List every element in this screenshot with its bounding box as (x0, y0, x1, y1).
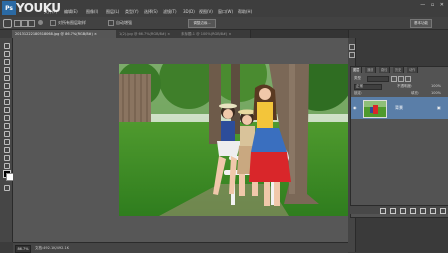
sample-all-checkbox[interactable] (50, 20, 56, 26)
hand-tool-icon[interactable] (2, 162, 10, 169)
dodge-tool-icon[interactable] (2, 138, 10, 145)
gradient-tool-icon[interactable] (2, 130, 10, 137)
tab-channels[interactable]: 通道 (365, 67, 377, 73)
add-mask-icon[interactable] (400, 208, 406, 214)
opacity-label: 不透明度: (397, 84, 413, 88)
sample-all-layers-option[interactable]: 对所有图层取样 (50, 20, 86, 26)
blend-mode-value: 正常 (356, 84, 363, 88)
tools-panel (0, 38, 14, 242)
visibility-eye-icon[interactable]: ◉ (353, 105, 359, 110)
link-layers-icon[interactable] (380, 208, 386, 214)
menu-type[interactable]: 类型(Y) (125, 9, 139, 15)
filter-pixel-icon[interactable] (391, 76, 397, 82)
menu-3d[interactable]: 3D(D) (183, 9, 195, 14)
history-brush-tool-icon[interactable] (2, 114, 10, 121)
document-info[interactable]: 文档:492.1K/492.1K (35, 246, 69, 251)
menu-bar: Ps 文件(F) 编辑(E) 图像(I) 图层(L) 类型(Y) 选择(S) 滤… (0, 0, 448, 18)
opacity-value[interactable]: 100% (431, 84, 441, 88)
tab-document-1[interactable]: 20131222180518068.jpg @ 86.7%(RGB/8#) × (12, 30, 117, 38)
document-photo[interactable] (119, 64, 349, 216)
eraser-tool-icon[interactable] (2, 122, 10, 129)
menu-image[interactable]: 图像(I) (86, 9, 98, 15)
quick-select-tool-icon[interactable] (2, 66, 10, 73)
fill-label: 填充: (411, 91, 420, 95)
menu-view[interactable]: 视图(V) (199, 9, 213, 15)
marquee-tool-icon[interactable] (2, 50, 10, 57)
adjustment-layer-icon[interactable] (410, 208, 416, 214)
layers-panel-footer (350, 205, 448, 214)
crop-tool-icon[interactable] (2, 74, 10, 81)
layer-style-icon[interactable] (390, 208, 396, 214)
type-tool-icon[interactable] (2, 154, 10, 161)
add-selection-icon[interactable] (21, 20, 28, 27)
photo-image (119, 64, 349, 216)
brush-size-icon[interactable] (38, 20, 43, 25)
quick-mask-icon[interactable] (2, 184, 10, 191)
tab-layers[interactable]: 图层 (351, 67, 363, 73)
new-layer-icon[interactable] (430, 208, 436, 214)
subtract-selection-icon[interactable] (28, 20, 35, 27)
tab-document-3[interactable]: 未标题-1 @ 100%(RGB/8#) × (178, 30, 251, 38)
video-watermark: YOUKU (16, 1, 61, 15)
move-tool-icon[interactable] (2, 42, 10, 49)
layer-name: 背景 (395, 105, 403, 110)
photoshop-logo-icon: Ps (2, 1, 16, 15)
tab-actions[interactable]: 动作 (407, 67, 419, 73)
tab-paths[interactable]: 路径 (379, 67, 391, 73)
history-panel-icon[interactable] (349, 44, 355, 50)
lasso-tool-icon[interactable] (2, 58, 10, 65)
pen-tool-icon[interactable] (2, 146, 10, 153)
auto-enhance-option[interactable]: 自动增强 (108, 20, 132, 26)
layer-row-background[interactable]: ◉ 背景 ▣ (351, 97, 448, 119)
new-selection-icon[interactable] (14, 20, 21, 27)
layers-panel: 图层 通道 路径 历史 动作 类型 正常 不透明度: 100% 锁定: 填充: … (350, 66, 448, 218)
document-tabs: 20131222180518068.jpg @ 86.7%(RGB/8#) × … (12, 30, 348, 38)
menu-window[interactable]: 窗口(W) (218, 9, 233, 15)
quick-selection-icon[interactable] (3, 19, 12, 28)
tab-document-2[interactable]: 1(2).jpg @ 66.7%(RGB/8#) × (116, 30, 179, 38)
status-bar: 86.7% 文档:492.1K/492.1K (13, 242, 348, 253)
layer-lock-icon: ▣ (437, 105, 441, 110)
window-controls[interactable]: — ▫ ✕ (420, 2, 446, 8)
menu-help[interactable]: 帮助(H) (238, 9, 252, 15)
kind-filter-select[interactable] (367, 76, 389, 82)
options-bar: 对所有图层取样 自动增强 调整边缘... 基本功能 (0, 17, 448, 30)
auto-enhance-label: 自动增强 (116, 20, 132, 25)
menu-layer[interactable]: 图层(L) (106, 9, 119, 15)
delete-layer-icon[interactable] (440, 208, 446, 214)
clone-stamp-tool-icon[interactable] (2, 106, 10, 113)
sample-all-label: 对所有图层取样 (58, 20, 86, 25)
healing-tool-icon[interactable] (2, 90, 10, 97)
layer-thumbnail (363, 100, 387, 118)
eyedropper-tool-icon[interactable] (2, 82, 10, 89)
refine-edge-button[interactable]: 调整边缘... (188, 19, 216, 28)
new-group-icon[interactable] (420, 208, 426, 214)
menu-edit[interactable]: 编辑(E) (64, 9, 78, 15)
tab-history[interactable]: 历史 (393, 67, 405, 73)
auto-enhance-checkbox[interactable] (108, 20, 114, 26)
menu-filter[interactable]: 滤镜(T) (163, 9, 177, 15)
kind-filter-label: 类型 (354, 76, 361, 80)
fill-value[interactable]: 100% (431, 91, 441, 95)
menu-select[interactable]: 选择(S) (144, 9, 158, 15)
properties-panel-icon[interactable] (349, 52, 355, 58)
lock-label: 锁定: (354, 91, 363, 95)
brush-tool-icon[interactable] (2, 98, 10, 105)
filter-type-icon[interactable] (405, 76, 411, 82)
workspace-select[interactable]: 基本功能 (410, 19, 432, 28)
filter-adjustment-icon[interactable] (398, 76, 404, 82)
